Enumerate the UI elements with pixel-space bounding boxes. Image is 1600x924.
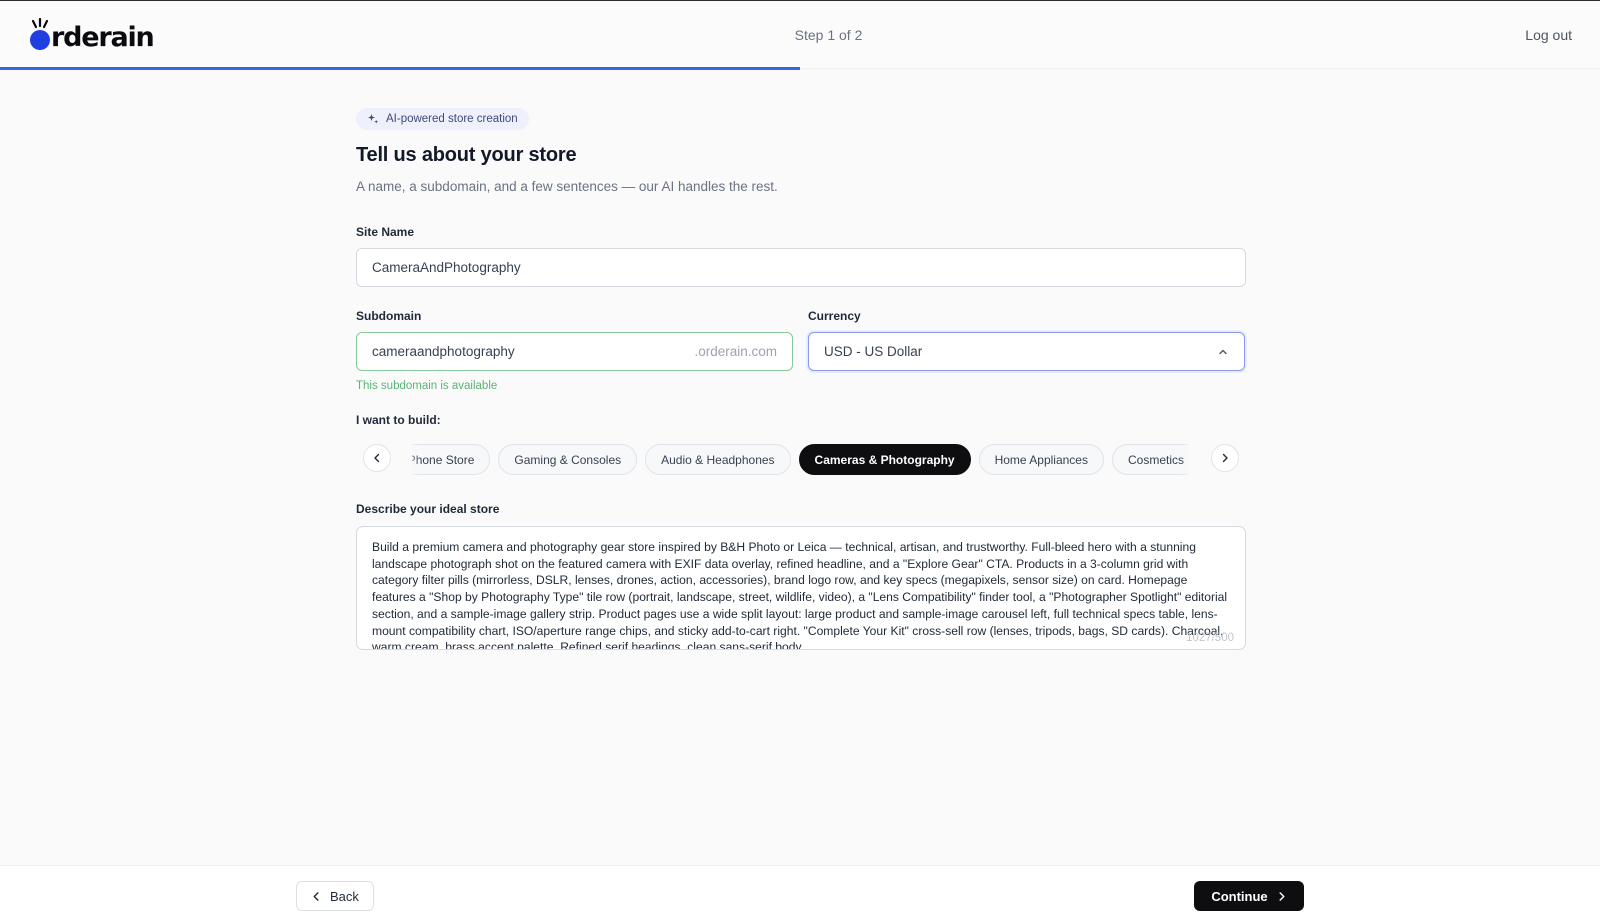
site-name-value: CameraAndPhotography	[372, 260, 521, 275]
site-name-label: Site Name	[356, 225, 415, 239]
carousel-next-button[interactable]	[1211, 444, 1239, 472]
chip-home-appliances[interactable]: Home Appliances	[978, 444, 1104, 475]
currency-group: Currency USD - US Dollar	[808, 309, 1245, 392]
continue-button[interactable]: Continue	[1194, 881, 1304, 911]
subdomain-currency-row: Subdomain cameraandphotography .orderain…	[356, 309, 1246, 392]
site-name-input[interactable]: CameraAndPhotography	[356, 248, 1246, 287]
chevron-left-icon	[313, 891, 319, 901]
build-type-label: I want to build:	[356, 413, 441, 427]
character-counter: 1027/500	[1186, 632, 1234, 644]
description-value: Build a premium camera and photography g…	[372, 540, 1228, 650]
chip-cosmetics[interactable]: Cosmetics	[1111, 444, 1188, 475]
chevron-left-icon	[374, 453, 380, 463]
chip-audio-headphones[interactable]: Audio & Headphones	[645, 444, 791, 475]
step-indicator: Step 1 of 2	[794, 27, 863, 43]
subdomain-status: This subdomain is available	[356, 380, 498, 392]
subdomain-suffix: .orderain.com	[694, 344, 777, 359]
carousel-prev-button[interactable]	[363, 444, 391, 472]
chevron-up-icon	[1217, 346, 1229, 358]
page-title: Tell us about your store	[356, 144, 577, 166]
top-bar: rderain Step 1 of 2 Log out	[0, 0, 1600, 70]
subdomain-input[interactable]: cameraandphotography .orderain.com	[356, 332, 793, 371]
description-textarea[interactable]: Build a premium camera and photography g…	[356, 526, 1246, 650]
footer-bar: Back Continue	[0, 865, 1600, 924]
page-subtitle: A name, a subdomain, and a few sentences…	[356, 179, 778, 194]
carousel-fade-left	[396, 437, 422, 481]
subdomain-value: cameraandphotography	[372, 344, 515, 359]
description-label: Describe your ideal store	[356, 502, 500, 516]
ai-badge: AI-powered store creation	[356, 108, 529, 130]
sparkle-icon	[368, 114, 379, 124]
chevron-right-icon	[1279, 891, 1285, 901]
currency-select[interactable]: USD - US Dollar	[808, 332, 1245, 371]
subdomain-label: Subdomain	[356, 309, 422, 323]
progress-bar	[0, 67, 800, 70]
store-setup-form: AI-powered store creation Tell us about …	[356, 108, 1246, 650]
chip-cameras-photography[interactable]: Cameras & Photography	[798, 444, 971, 475]
ai-badge-label: AI-powered store creation	[386, 113, 518, 125]
chevron-right-icon	[1222, 453, 1228, 463]
back-button[interactable]: Back	[296, 881, 374, 911]
chip-gaming-consoles[interactable]: Gaming & Consoles	[498, 444, 638, 475]
chip-track: Mobile Phone Store Gaming & Consoles Aud…	[412, 444, 1188, 475]
subdomain-group: Subdomain cameraandphotography .orderain…	[356, 309, 793, 392]
currency-value: USD - US Dollar	[824, 344, 923, 359]
chip-viewport: Mobile Phone Store Gaming & Consoles Aud…	[412, 437, 1188, 481]
store-type-carousel: Mobile Phone Store Gaming & Consoles Aud…	[356, 437, 1246, 481]
back-button-label: Back	[330, 888, 359, 904]
currency-label: Currency	[808, 309, 861, 323]
logout-button[interactable]: Log out	[1525, 27, 1572, 43]
carousel-fade-right	[1180, 437, 1206, 481]
chip-mobile-phone-store[interactable]: Mobile Phone Store	[412, 444, 491, 475]
continue-button-label: Continue	[1211, 888, 1268, 904]
